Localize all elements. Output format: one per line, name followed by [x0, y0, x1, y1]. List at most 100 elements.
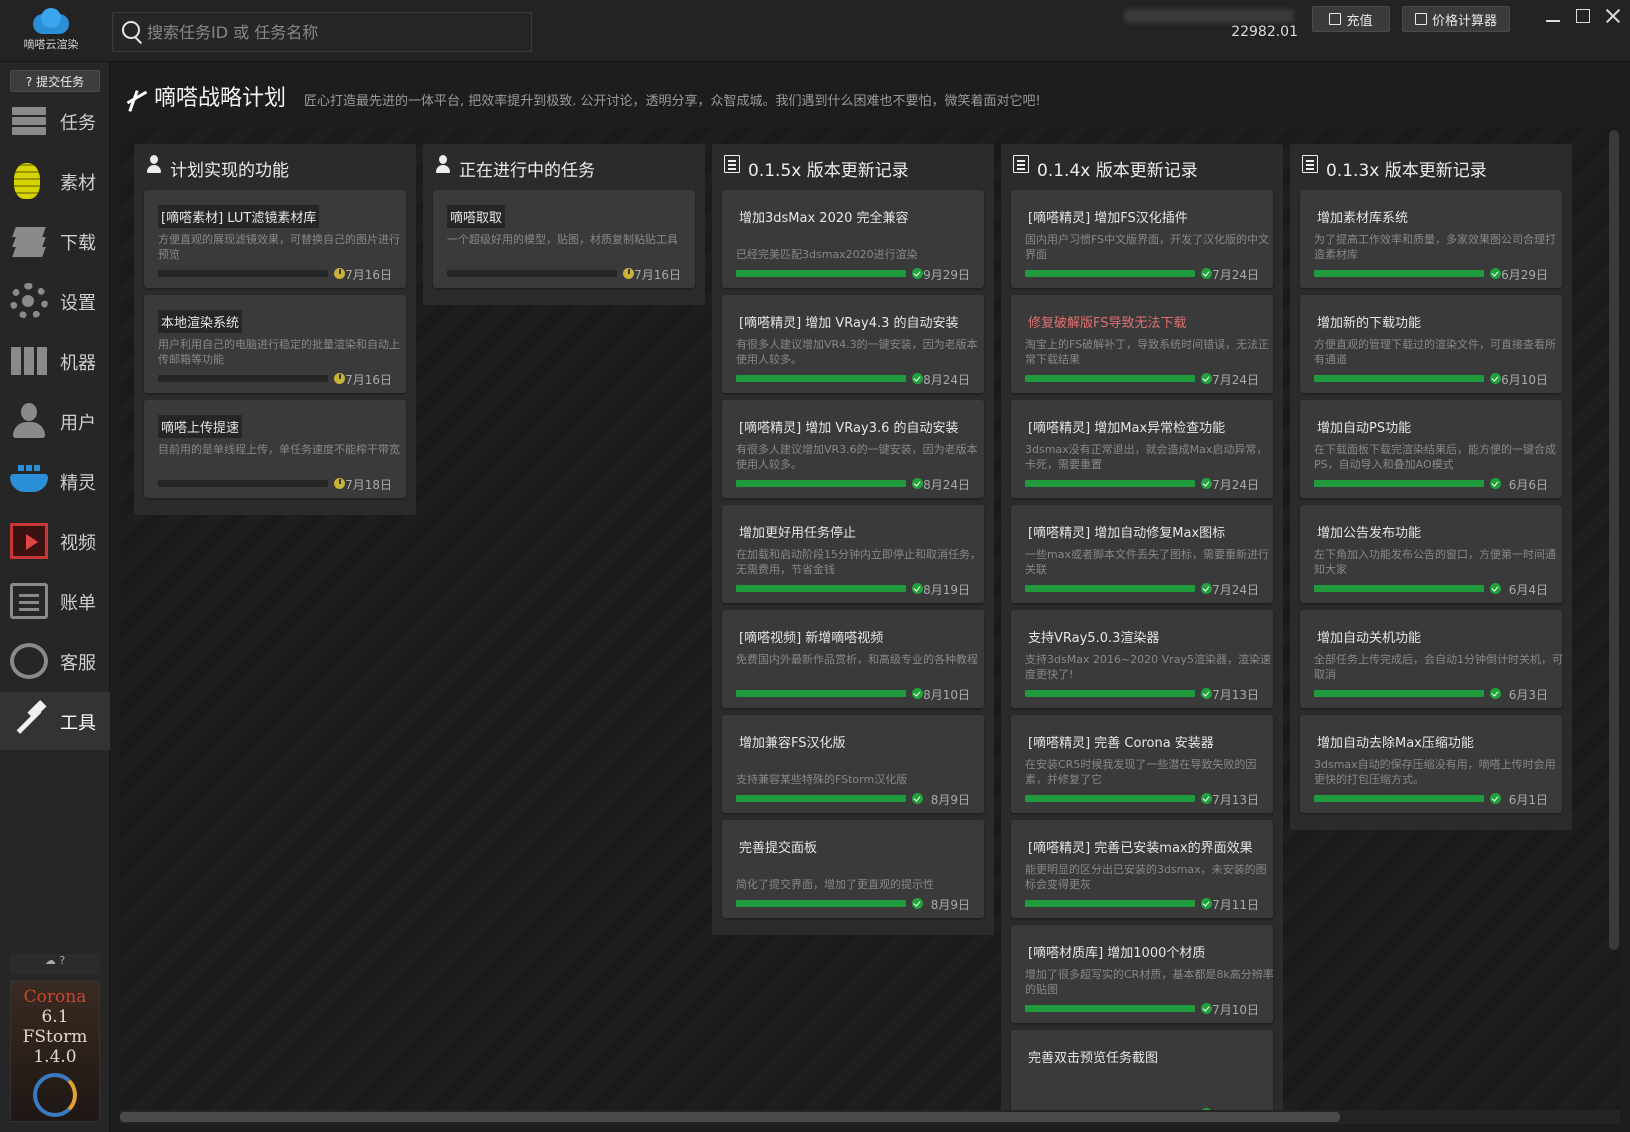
check-circle-icon [1201, 583, 1212, 594]
vertical-scrollbar[interactable] [1609, 130, 1619, 950]
card-description: 淘宝上的FS破解补丁，导致系统时间错误，无法正常下载结果 [1025, 338, 1270, 366]
sidebar-item-download[interactable]: 下载 [0, 212, 110, 270]
progress-bar [158, 375, 328, 382]
task-card[interactable]: [嘀嗒精灵] 增加FS汉化插件 国内用户习惯FS中文版界面，开发了汉化版的中文界面… [1011, 190, 1273, 288]
task-card[interactable]: 增加自动PS功能 在下载面板下载完渲染结果后，能方便的一键合成PS，自动导入和叠加… [1300, 400, 1562, 498]
task-card[interactable]: [嘀嗒素材] LUT滤镜素材库 方便直观的展现滤镜效果，可替换自己的图片进行预览 7… [144, 190, 406, 288]
task-card[interactable]: [嘀嗒材质库] 增加1000个材质 增加了很多超写实的CR材质，基本都是8k高分辨… [1011, 925, 1274, 1023]
progress-bar [736, 900, 906, 907]
card-title: 嘀嗒上传提速 [158, 415, 243, 438]
close-icon[interactable] [1600, 6, 1626, 28]
progress-bar [1025, 795, 1195, 802]
task-card[interactable]: [嘀嗒精灵] 增加自动修复Max图标 一些max或者脚本文件丢失了图标，需要重新进… [1011, 505, 1273, 603]
card-description: 目前用的是单线程上传，单任务速度不能榨干带宽 [158, 443, 400, 456]
sidebar-item-settings[interactable]: 设置 [0, 272, 110, 330]
scrollbar-thumb[interactable] [120, 1112, 1340, 1122]
sidebar-item-support[interactable]: 客服 [0, 632, 110, 690]
task-card[interactable]: [嘀嗒精灵] 增加 VRay4.3 的自动安装 有很多人建议增加VR4.3的一键安… [722, 295, 984, 393]
calculator-icon [1414, 13, 1427, 25]
card-date: 7月24日 [1212, 373, 1259, 387]
search-box[interactable] [112, 12, 532, 52]
card-description: 能更明显的区分出已安装的3dsmax，未安装的图标会变得更灰 [1025, 863, 1267, 891]
card-date: 6月10日 [1501, 373, 1548, 387]
progress-fill [1025, 480, 1195, 487]
task-card[interactable]: 本地渲染系统 用户利用自己的电脑进行稳定的批量渲染和自动上传邮箱等功能 7月16日 [144, 295, 406, 393]
sidebar-item-users[interactable]: 用户 [0, 392, 110, 450]
task-card[interactable]: [嘀嗒精灵] 完善 Corona 安装器 在安装CR5时候我发现了一些潜在导致失败… [1011, 715, 1273, 813]
card-description: 有很多人建议增加VR3.6的一键安装，因为老版本使用人较多。 [736, 443, 978, 471]
progress-bar [1025, 585, 1195, 592]
task-card[interactable]: 嘀嗒上传提速 目前用的是单线程上传，单任务速度不能榨干带宽 7月18日 [144, 400, 406, 498]
progress-fill [736, 900, 906, 907]
swirl-logo-icon [33, 1073, 77, 1117]
card-description: 用户利用自己的电脑进行稳定的批量渲染和自动上传邮箱等功能 [158, 338, 400, 366]
maximize-icon[interactable] [1570, 6, 1596, 28]
app-window: 嘀嗒云渲染 22982.01 充值 价格计算器 ? 提交任务 任务 素材 [0, 0, 1630, 1132]
task-card[interactable]: 完善双击预览任务截图 [1011, 1030, 1273, 1110]
task-card[interactable]: 增加3dsMax 2020 完全兼容 已经完美匹配3dsmax2020进行渲染 9月… [722, 190, 984, 288]
task-card[interactable]: [嘀嗒精灵] 增加Max异常检查功能 3dsmax没有正常退出，就会造成Max启动… [1011, 400, 1273, 498]
progress-bar [1025, 375, 1195, 382]
task-card[interactable]: [嘀嗒视频] 新增嘀嗒视频 免费国内外最新作品赏析，和高级专业的各种教程 8月10日 [722, 610, 984, 708]
column-title: 正在进行中的任务 [459, 161, 595, 181]
price-calculator-button[interactable]: 价格计算器 [1402, 6, 1510, 32]
card-list: [嘀嗒精灵] 增加FS汉化插件 国内用户习惯FS中文版界面，开发了汉化版的中文界面… [1001, 190, 1283, 1110]
cloud-status[interactable]: ☁ ? [10, 954, 100, 974]
progress-bar [1314, 375, 1484, 382]
task-card[interactable]: 增加新的下载功能 方便直观的管理下载过的渲染文件，可直接查看所有通道 6月10日 [1300, 295, 1562, 393]
horizontal-scrollbar[interactable] [120, 1110, 1620, 1124]
card-description [1025, 1072, 1277, 1102]
progress-bar [736, 480, 906, 487]
sidebar-item-video[interactable]: 视频 [0, 512, 110, 570]
card-date: 8月19日 [923, 583, 970, 597]
card-description: 国内用户习惯FS中文版界面，开发了汉化版的中文界面 [1025, 233, 1270, 261]
task-card[interactable]: [嘀嗒精灵] 完善已安装max的界面效果 能更明显的区分出已安装的3dsmax，未… [1011, 820, 1273, 918]
minimize-icon[interactable] [1540, 6, 1566, 28]
card-date: 6月6日 [1508, 478, 1548, 492]
card-date: 7月11日 [1212, 898, 1259, 912]
check-circle-icon [1490, 793, 1501, 804]
recharge-button[interactable]: 充值 [1312, 6, 1390, 32]
title-bar: 嘀嗒云渲染 22982.01 充值 价格计算器 [0, 0, 1630, 62]
search-icon[interactable] [113, 12, 147, 52]
card-list: 增加3dsMax 2020 完全兼容 已经完美匹配3dsmax2020进行渲染 9月… [712, 190, 994, 935]
progress-bar [736, 585, 906, 592]
clock-icon [623, 268, 634, 279]
submit-task-button[interactable]: ? 提交任务 [10, 70, 100, 92]
board-column: 0.1.5x 版本更新记录 增加3dsMax 2020 完全兼容 已经完美匹配3ds… [712, 144, 994, 935]
task-card[interactable]: 增加自动去除Max压缩功能 3dsmax自动的保存压缩没有用，嘀嗒上传时会用更快的… [1300, 715, 1562, 813]
column-header: 0.1.5x 版本更新记录 [712, 144, 994, 190]
sidebar-item-materials[interactable]: 素材 [0, 152, 110, 210]
task-card[interactable]: 增加自动关机功能 全部任务上传完成后，会自动1分钟倒计时关机，可取消 6月3日 [1300, 610, 1563, 708]
task-card[interactable]: [嘀嗒精灵] 增加 VRay3.6 的自动安装 有很多人建议增加VR3.6的一键安… [722, 400, 984, 498]
column-header: 0.1.3x 版本更新记录 [1290, 144, 1572, 190]
sidebar-item-machines[interactable]: 机器 [0, 332, 110, 390]
task-card[interactable]: 嘀嗒取取 一个超级好用的模型，贴图，材质复制粘贴工具 7月16日 [433, 190, 695, 288]
task-card[interactable]: 支持VRay5.0.3渲染器 支持3dsMax 2016~2020 Vray5渲染… [1011, 610, 1273, 708]
sidebar-item-tools[interactable]: 工具 [0, 692, 110, 750]
task-card[interactable]: 完善提交面板 简化了提交界面，增加了更直观的提示性 8月9日 [722, 820, 984, 918]
video-icon [10, 523, 48, 559]
sidebar-item-bills[interactable]: 账单 [0, 572, 110, 630]
task-card[interactable]: 增加素材库系统 为了提高工作效率和质量，多家效果图公司合理打造素材库 6月29日 [1300, 190, 1562, 288]
card-date: 8月24日 [923, 478, 970, 492]
app-logo: 嘀嗒云渲染 [12, 6, 90, 56]
sidebar-item-assistant[interactable]: 精灵 [0, 452, 110, 510]
task-card[interactable]: 增加更好用任务停止 在加载和启动阶段15分钟内立即停止和取消任务，无需费用，节省金… [722, 505, 984, 603]
cloud-logo-icon [29, 8, 73, 34]
promo-line: Corona [23, 987, 87, 1007]
sidebar-item-label: 机器 [60, 353, 96, 374]
card-description: 支持3dsMax 2016~2020 Vray5渲染器，渲染速度更快了! [1025, 653, 1271, 681]
promo-banner[interactable]: Corona 6.1 FStorm 1.4.0 [10, 980, 100, 1122]
sidebar-item-tasks[interactable]: 任务 [0, 92, 110, 150]
card-date: 6月4日 [1508, 583, 1548, 597]
clock-icon [334, 268, 345, 279]
search-input[interactable] [147, 14, 531, 50]
card-date: 7月13日 [1212, 688, 1259, 702]
card-date: 9月29日 [923, 268, 970, 282]
task-card[interactable]: 修复破解版FS导致无法下载 淘宝上的FS破解补丁，导致系统时间错误，无法正常下载结… [1011, 295, 1273, 393]
check-circle-icon [1201, 793, 1212, 804]
task-card[interactable]: 增加兼容FS汉化版 支持兼容某些特殊的FStorm汉化版 8月9日 [722, 715, 984, 813]
progress-fill [1025, 270, 1195, 277]
task-card[interactable]: 增加公告发布功能 左下角加入功能发布公告的窗口，方便第一时间通知大家 6月4日 [1300, 505, 1562, 603]
